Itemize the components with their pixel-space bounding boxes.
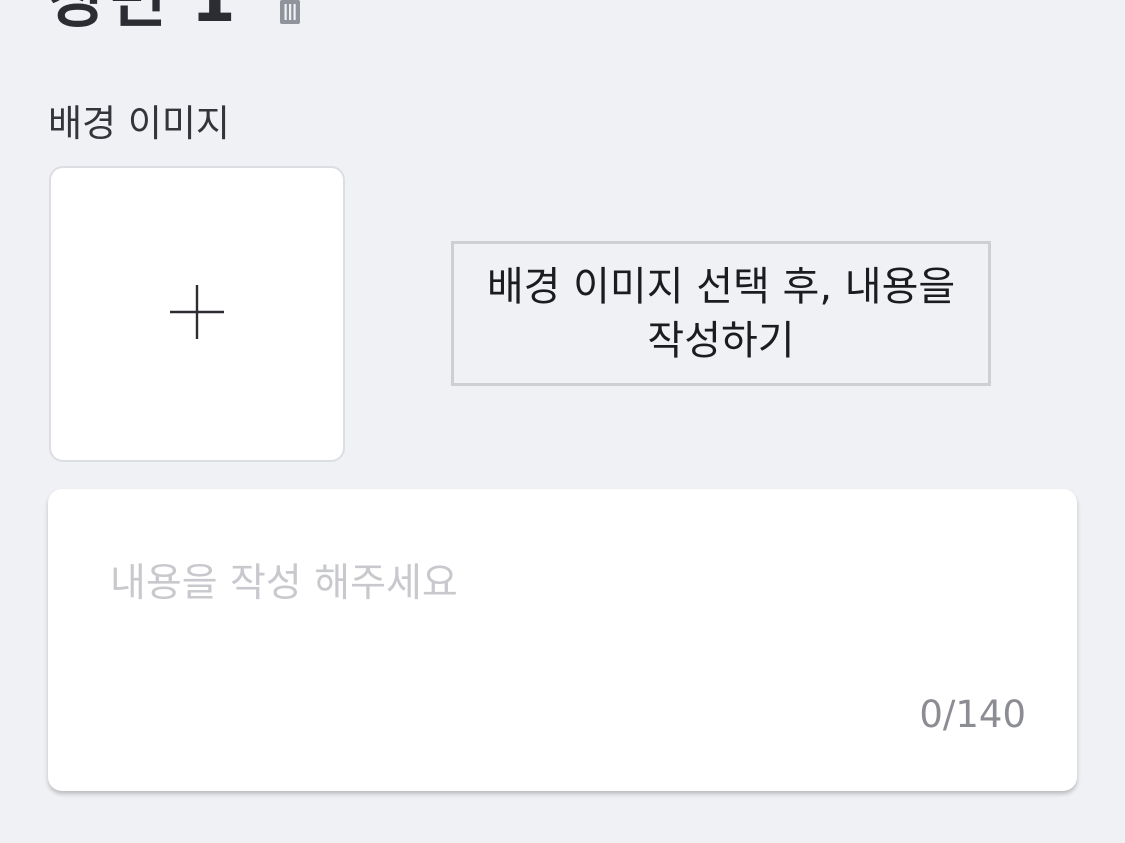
content-card: 0/140 (48, 489, 1077, 791)
guide-tooltip-text: 배경 이미지 선택 후, 내용을 작성하기 (486, 263, 956, 364)
background-image-label: 배경 이미지 (48, 102, 230, 145)
plus-icon (169, 284, 225, 344)
delete-scene-button[interactable] (277, 0, 303, 24)
scene-title: 장면 1 (48, 0, 237, 37)
character-counter: 0/140 (919, 693, 1026, 736)
trash-icon (277, 0, 303, 24)
add-background-image-button[interactable] (49, 166, 345, 462)
scene-header: 장면 1 (48, 0, 303, 42)
content-input[interactable] (110, 553, 1010, 613)
guide-tooltip: 배경 이미지 선택 후, 내용을 작성하기 (451, 241, 991, 386)
